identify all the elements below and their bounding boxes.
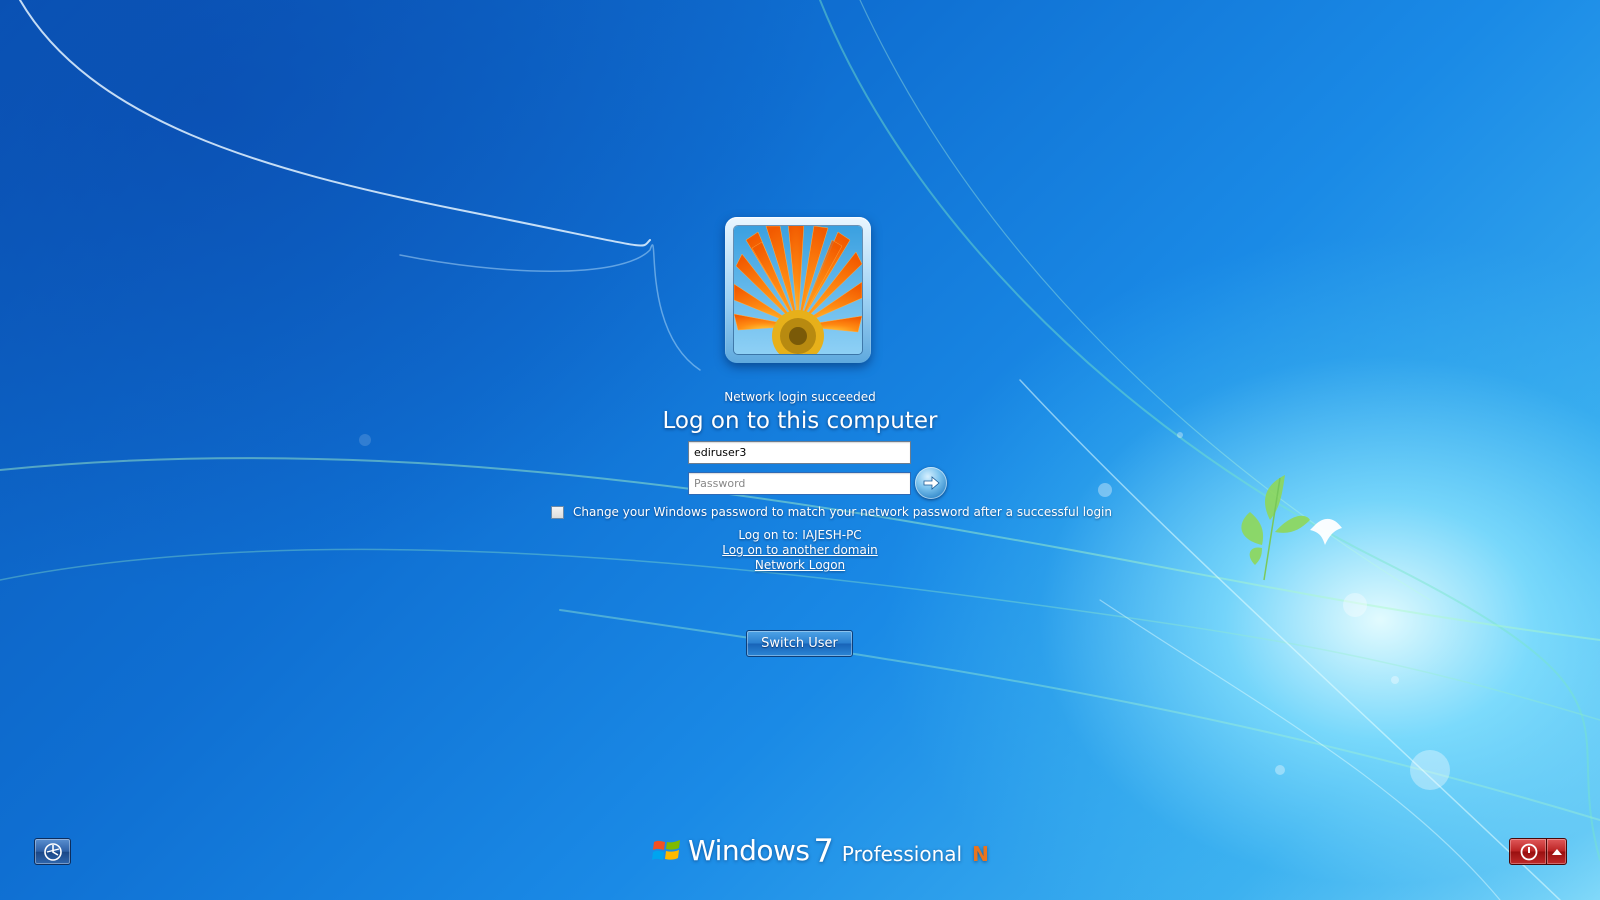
windows-edition-suffix: N bbox=[972, 842, 989, 866]
shutdown-button[interactable] bbox=[1509, 838, 1547, 865]
arrow-right-icon bbox=[923, 476, 940, 490]
power-controls bbox=[1509, 838, 1567, 865]
windows-wordmark: Windows bbox=[688, 834, 810, 867]
page-title: Log on to this computer bbox=[662, 408, 938, 434]
caret-up-icon bbox=[1552, 849, 1562, 855]
windows-edition: Professional bbox=[841, 842, 963, 866]
windows-branding: Windows 7 Professional N bbox=[652, 832, 989, 870]
windows-version: 7 bbox=[813, 832, 834, 870]
change-password-option: Change your Windows password to match yo… bbox=[551, 505, 1112, 519]
logon-screen: Network login succeeded Log on to this c… bbox=[0, 0, 1600, 900]
ease-of-access-button[interactable] bbox=[34, 838, 71, 865]
change-password-checkbox[interactable] bbox=[551, 505, 564, 519]
network-logon-link-row: Network Logon bbox=[0, 558, 1600, 572]
power-icon bbox=[1520, 843, 1538, 861]
network-logon-link[interactable]: Network Logon bbox=[755, 558, 845, 572]
user-avatar bbox=[725, 217, 871, 363]
windows-flag-logo bbox=[652, 840, 680, 860]
submit-button[interactable] bbox=[915, 467, 947, 499]
logon-target: Log on to: IAJESH-PC bbox=[738, 528, 862, 542]
shutdown-options-button[interactable] bbox=[1546, 838, 1567, 865]
login-status: Network login succeeded bbox=[724, 390, 876, 404]
another-domain-link-row: Log on to another domain bbox=[0, 543, 1600, 557]
switch-user-button[interactable]: Switch User bbox=[746, 630, 853, 657]
orange-gerbera-flower-icon bbox=[734, 226, 862, 354]
password-field[interactable] bbox=[688, 472, 911, 495]
ease-of-access-icon bbox=[44, 843, 62, 861]
change-password-label: Change your Windows password to match yo… bbox=[573, 505, 1112, 519]
another-domain-link[interactable]: Log on to another domain bbox=[722, 543, 878, 557]
username-field[interactable] bbox=[688, 441, 911, 464]
